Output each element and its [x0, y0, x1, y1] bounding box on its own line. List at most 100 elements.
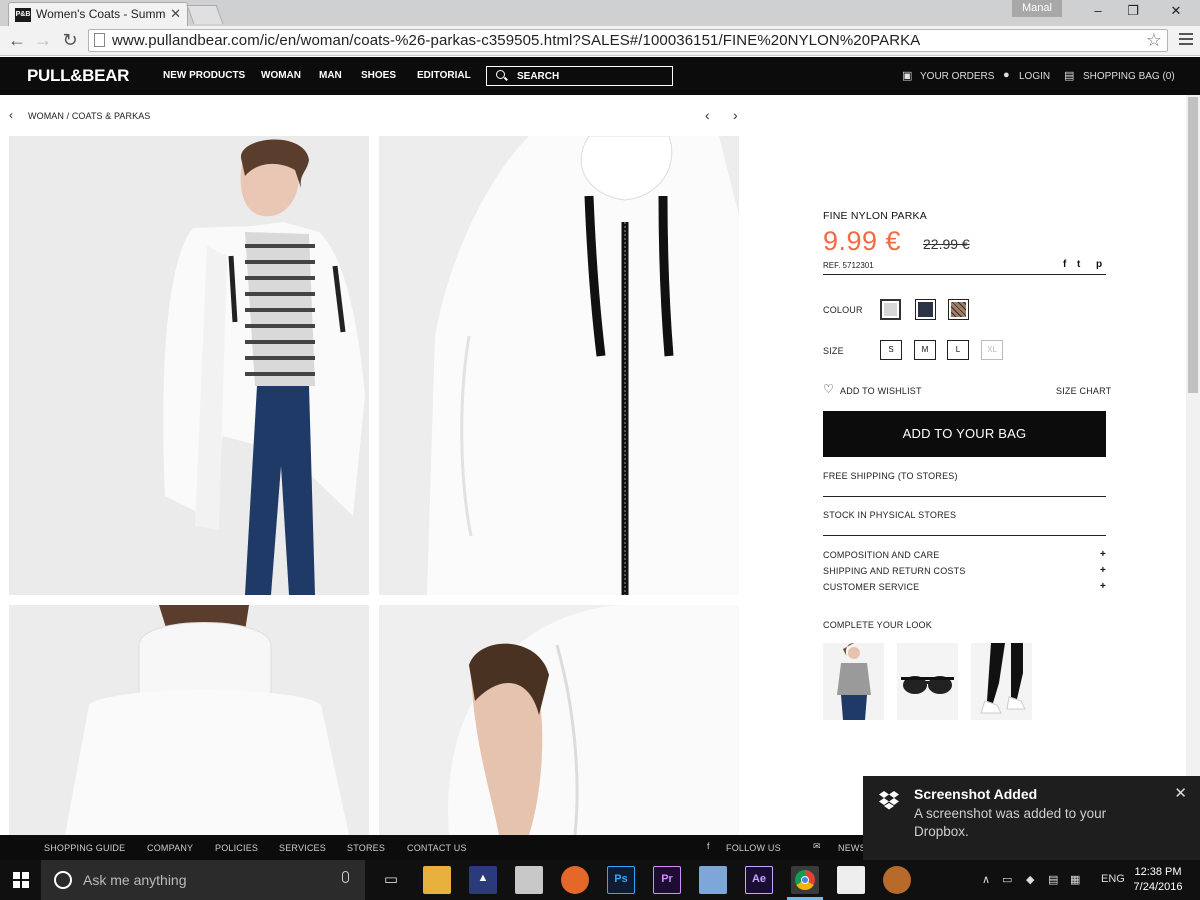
size-option-xl[interactable]: XL [981, 340, 1003, 360]
product-photo-3[interactable] [9, 605, 369, 835]
dropbox-notification[interactable]: Screenshot Added A screenshot was added … [863, 776, 1200, 860]
nav-new-products[interactable]: NEW PRODUCTS [163, 70, 245, 81]
task-view-icon[interactable]: ▭ [377, 866, 405, 894]
accordion-composition[interactable]: COMPOSITION AND CARE [823, 550, 940, 560]
product-photo-1[interactable] [9, 136, 369, 595]
cortana-search-input[interactable]: Ask me anything [41, 860, 365, 900]
page-icon [94, 33, 105, 47]
app-vector-icon[interactable]: ▲ [469, 866, 497, 894]
colour-swatch-navy[interactable] [915, 299, 936, 320]
leggings-thumbnail [971, 643, 1032, 720]
look-item-leggings[interactable] [971, 643, 1032, 720]
next-product-icon[interactable]: › [733, 107, 738, 123]
footer-company[interactable]: COMPANY [147, 843, 193, 853]
look-item-tshirt[interactable] [823, 643, 884, 720]
size-chart-link[interactable]: SIZE CHART [1056, 386, 1111, 396]
back-arrow-icon[interactable]: ← [6, 29, 28, 51]
colour-swatch-white[interactable] [880, 299, 901, 320]
heart-icon[interactable]: ♡ [823, 382, 834, 396]
app-game-icon[interactable] [883, 866, 911, 894]
footer-contact-us[interactable]: CONTACT US [407, 843, 467, 853]
windows-start-icon[interactable] [13, 872, 29, 888]
clock-date: 7/24/2016 [1133, 881, 1183, 893]
app-paint-icon[interactable] [515, 866, 543, 894]
microphone-icon[interactable] [342, 871, 349, 883]
maximize-icon[interactable]: ❐ [1121, 2, 1145, 20]
tray-chevron-icon[interactable]: ∧ [982, 873, 990, 886]
footer-stores[interactable]: STORES [347, 843, 385, 853]
footer-shopping-guide[interactable]: SHOPPING GUIDE [44, 843, 125, 853]
bookmark-star-icon[interactable]: ☆ [1146, 30, 1162, 51]
accordion-shipping[interactable]: SHIPPING AND RETURN COSTS [823, 566, 966, 576]
colour-swatch-print[interactable] [948, 299, 969, 320]
expand-plus-icon[interactable]: + [1100, 549, 1106, 560]
url-text[interactable]: www.pullandbear.com/ic/en/woman/coats-%2… [112, 32, 920, 49]
photo-model-front [9, 136, 369, 595]
footer-newsletter[interactable]: NEWS [838, 843, 866, 853]
stock-in-stores-link[interactable]: STOCK IN PHYSICAL STORES [823, 510, 956, 520]
facebook-icon[interactable]: f [1063, 259, 1066, 270]
prev-product-icon[interactable]: ‹ [705, 107, 710, 123]
forward-arrow-icon[interactable]: → [32, 29, 54, 51]
tshirt-thumbnail [823, 643, 884, 720]
footer-services[interactable]: SERVICES [279, 843, 326, 853]
product-photo-4[interactable] [379, 605, 739, 835]
taskbar-clock[interactable]: 12:38 PM 7/24/2016 [1128, 865, 1188, 895]
new-tab-button[interactable] [186, 5, 224, 24]
look-item-sunglasses[interactable] [897, 643, 958, 720]
divider [823, 496, 1106, 497]
nav-editorial[interactable]: EDITORIAL [417, 70, 471, 81]
language-indicator[interactable]: ENG [1101, 873, 1125, 885]
firefox-icon[interactable] [561, 866, 589, 894]
window-close-icon[interactable]: ✕ [1164, 2, 1188, 20]
shopping-bag-link[interactable]: SHOPPING BAG (0) [1083, 71, 1175, 82]
size-option-l[interactable]: L [947, 340, 969, 360]
file-explorer-icon[interactable] [423, 866, 451, 894]
nav-shoes[interactable]: SHOES [361, 70, 396, 81]
app-glass-icon[interactable] [699, 866, 727, 894]
add-to-bag-button[interactable]: ADD TO YOUR BAG [823, 411, 1106, 457]
login-link[interactable]: LOGIN [1019, 71, 1050, 82]
breadcrumb-coats[interactable]: COATS & PARKAS [72, 111, 151, 121]
footer-policies[interactable]: POLICIES [215, 843, 258, 853]
tray-network-icon[interactable]: ▭ [1002, 873, 1012, 886]
shopping-bag-icon: ▤ [1064, 70, 1075, 82]
site-logo[interactable]: PULL&BEAR [27, 66, 129, 86]
browser-menu-icon[interactable] [1176, 30, 1196, 50]
app-photos-icon[interactable] [837, 866, 865, 894]
size-option-m[interactable]: M [914, 340, 936, 360]
expand-plus-icon[interactable]: + [1100, 581, 1106, 592]
after-effects-icon[interactable]: Ae [745, 866, 773, 894]
search-input[interactable]: SEARCH [486, 66, 673, 86]
tab-close-icon[interactable]: ✕ [170, 6, 181, 22]
expand-plus-icon[interactable]: + [1100, 565, 1106, 576]
reload-icon[interactable]: ↻ [59, 29, 81, 51]
pinterest-icon[interactable]: p [1096, 259, 1102, 270]
nav-man[interactable]: MAN [319, 70, 342, 81]
tray-message-icon[interactable]: ▤ [1048, 873, 1058, 886]
photoshop-icon[interactable]: Ps [607, 866, 635, 894]
footer-follow-us[interactable]: FOLLOW US [726, 843, 781, 853]
add-to-wishlist-link[interactable]: ADD TO WISHLIST [840, 386, 922, 396]
breadcrumb-separator: / [66, 111, 70, 121]
accordion-customer-service[interactable]: CUSTOMER SERVICE [823, 582, 919, 592]
search-icon [496, 70, 505, 79]
premiere-icon[interactable]: Pr [653, 866, 681, 894]
tray-dropbox-icon[interactable]: ◆ [1026, 873, 1034, 886]
size-option-s[interactable]: S [880, 340, 902, 360]
tray-keyboard-icon[interactable]: ▦ [1070, 873, 1080, 886]
minimize-icon[interactable]: – [1086, 2, 1110, 20]
page-scrollbar[interactable] [1186, 95, 1200, 835]
your-orders-link[interactable]: YOUR ORDERS [920, 71, 994, 82]
product-photo-2[interactable] [379, 136, 739, 595]
nav-woman[interactable]: WOMAN [261, 70, 301, 81]
breadcrumb-woman[interactable]: WOMAN [28, 111, 64, 121]
toast-close-icon[interactable]: ✕ [1174, 784, 1187, 802]
address-bar[interactable]: www.pullandbear.com/ic/en/woman/coats-%2… [88, 29, 1168, 52]
twitter-icon[interactable]: t [1077, 259, 1080, 270]
breadcrumb-back-icon[interactable]: ‹ [9, 108, 13, 122]
chrome-icon[interactable] [791, 866, 819, 894]
profile-button[interactable]: Manal [1012, 0, 1062, 17]
browser-tab[interactable]: P&B Women's Coats - Summer ✕ [8, 2, 188, 26]
scrollbar-thumb[interactable] [1188, 97, 1198, 393]
